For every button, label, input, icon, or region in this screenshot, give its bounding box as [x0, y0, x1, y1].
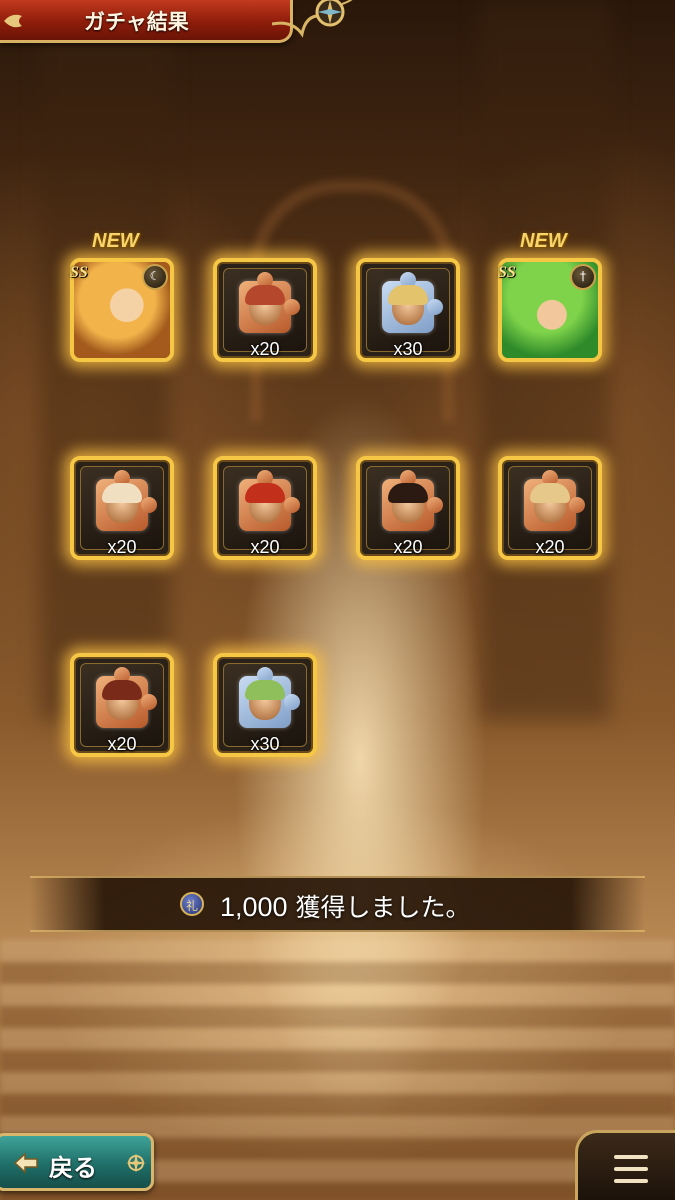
puzzle-piece-icon — [382, 470, 443, 531]
puzzle-piece-icon — [96, 667, 157, 728]
puzzle-piece-icon — [382, 272, 443, 333]
reward-card-fragment[interactable]: x20 — [498, 456, 602, 560]
puzzle-piece-icon — [96, 470, 157, 531]
reward-card-fragment[interactable]: x20 — [70, 653, 174, 757]
ornament-icon — [4, 14, 22, 28]
character-hair — [245, 483, 285, 503]
character-hair — [388, 285, 428, 305]
title-banner: ガチャ結果 — [0, 0, 293, 43]
character-hair — [102, 680, 142, 700]
quantity-label: x20 — [250, 339, 280, 359]
reward-card-fragment[interactable]: x20 — [213, 456, 317, 560]
rarity-badge: SS — [498, 264, 516, 281]
character-hair — [245, 285, 285, 305]
reward-card-character[interactable]: NEW SS † — [498, 230, 602, 362]
reward-card-character[interactable]: NEW SS ☾ — [70, 230, 174, 362]
reward-card-fragment[interactable]: x20 — [213, 258, 317, 362]
character-hair — [102, 483, 142, 503]
character-hair — [388, 483, 428, 503]
acquired-text: 獲得しました。 — [295, 893, 471, 922]
acquired-banner: 礼 1,000 獲得しました。 — [30, 876, 645, 932]
compass-ornament-icon — [126, 1153, 146, 1173]
quantity-label: x20 — [535, 537, 565, 557]
character-hair — [245, 680, 285, 700]
puzzle-piece-icon — [239, 272, 300, 333]
quantity-label: x20 — [107, 734, 137, 754]
back-button[interactable]: 戻る — [0, 1133, 154, 1191]
character-hair — [530, 483, 570, 503]
acquired-amount: 1,000 — [220, 892, 288, 922]
new-label: NEW — [92, 230, 139, 252]
new-label: NEW — [520, 230, 567, 252]
page-title: ガチャ結果 — [84, 10, 189, 34]
reward-card-fragment[interactable]: x30 — [356, 258, 460, 362]
rarity-badge: SS — [70, 264, 88, 281]
acquired-message: 1,000 獲得しました。 — [220, 888, 471, 924]
reward-card-fragment[interactable]: x20 — [356, 456, 460, 560]
moon-element-icon: ☾ — [142, 264, 168, 290]
quantity-label: x20 — [107, 537, 137, 557]
puzzle-piece-icon — [239, 667, 300, 728]
currency-coin-icon: 礼 — [180, 892, 204, 916]
menu-button[interactable] — [575, 1130, 675, 1200]
hamburger-menu-icon — [614, 1155, 648, 1183]
reward-card-fragment[interactable]: x20 — [70, 456, 174, 560]
quantity-label: x30 — [393, 339, 423, 359]
puzzle-piece-icon — [239, 470, 300, 531]
puzzle-piece-icon — [524, 470, 585, 531]
quantity-label: x30 — [250, 734, 280, 754]
reward-card-fragment[interactable]: x30 — [213, 653, 317, 757]
quantity-label: x20 — [250, 537, 280, 557]
quantity-label: x20 — [393, 537, 423, 557]
compass-ornament-icon — [272, 0, 353, 38]
sword-element-icon: † — [570, 264, 596, 290]
back-arrow-icon — [13, 1152, 38, 1174]
back-label: 戻る — [49, 1154, 97, 1182]
